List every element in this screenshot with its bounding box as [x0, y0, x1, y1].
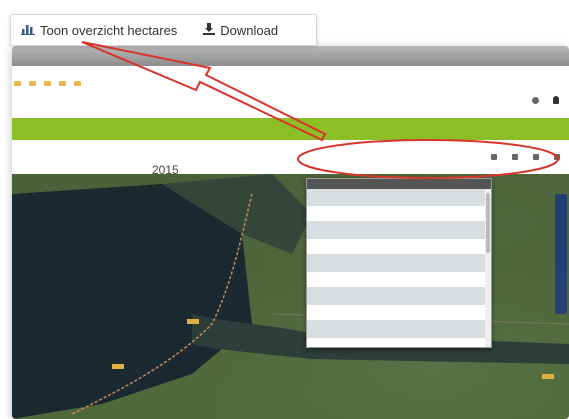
map-layer-controls[interactable]	[555, 194, 567, 314]
browser-chrome	[12, 46, 569, 66]
dropdown-scroll-thumb[interactable]	[486, 193, 490, 253]
folder-icon	[29, 80, 36, 86]
dropdown-header	[307, 179, 491, 189]
top-callout-bar: Toon overzicht hectares Download	[10, 14, 317, 46]
bookmark-item[interactable]	[44, 80, 53, 86]
folder-icon	[74, 80, 81, 86]
bookmark-item[interactable]	[74, 80, 83, 86]
dropdown-row[interactable]	[307, 206, 491, 222]
bar-chart-icon	[21, 23, 40, 38]
folder-icon	[59, 80, 66, 86]
map-toolbar	[479, 154, 563, 160]
user-icon	[553, 96, 559, 104]
dropdown-row[interactable]	[307, 321, 491, 338]
overview-hectares-label: Toon overzicht hectares	[40, 22, 178, 38]
overview-hectares-button[interactable]: Toon overzicht hectares	[21, 23, 177, 38]
green-header-bar	[12, 118, 569, 140]
user-link[interactable]	[553, 96, 563, 104]
toolbar-item[interactable]	[491, 154, 500, 160]
bookmark-item[interactable]	[59, 80, 68, 86]
toolbar-icon	[533, 154, 539, 160]
toolbar-icon	[491, 154, 497, 160]
folder-icon	[44, 80, 51, 86]
bookmarks-bar	[12, 74, 569, 92]
dropdown-row[interactable]	[307, 272, 491, 288]
dropdown-row[interactable]	[307, 305, 491, 321]
toolbar-item[interactable]	[512, 154, 521, 160]
toolbar-item[interactable]	[554, 154, 563, 160]
dropdown-row[interactable]	[307, 239, 491, 255]
app-screenshot: 2015	[12, 46, 569, 419]
download-label: Download	[220, 22, 279, 38]
user-bar	[522, 96, 563, 104]
toolbar-icon	[512, 154, 518, 160]
bookmark-item[interactable]	[14, 80, 23, 86]
toolbar-icon	[554, 154, 560, 160]
bookmark-item[interactable]	[29, 80, 38, 86]
folder-icon	[14, 80, 21, 86]
settings-link[interactable]	[532, 96, 543, 104]
download-button[interactable]: Download	[203, 22, 279, 38]
toolbar-item[interactable]	[533, 154, 542, 160]
dropdown-row[interactable]	[307, 288, 491, 305]
dropdown-row[interactable]	[307, 222, 491, 239]
download-icon	[203, 22, 220, 38]
dropdown-row[interactable]	[307, 338, 491, 348]
dropdown-row[interactable]	[307, 255, 491, 272]
hectares-dropdown	[306, 178, 492, 348]
gear-icon	[532, 96, 539, 104]
dropdown-row[interactable]	[307, 189, 491, 206]
